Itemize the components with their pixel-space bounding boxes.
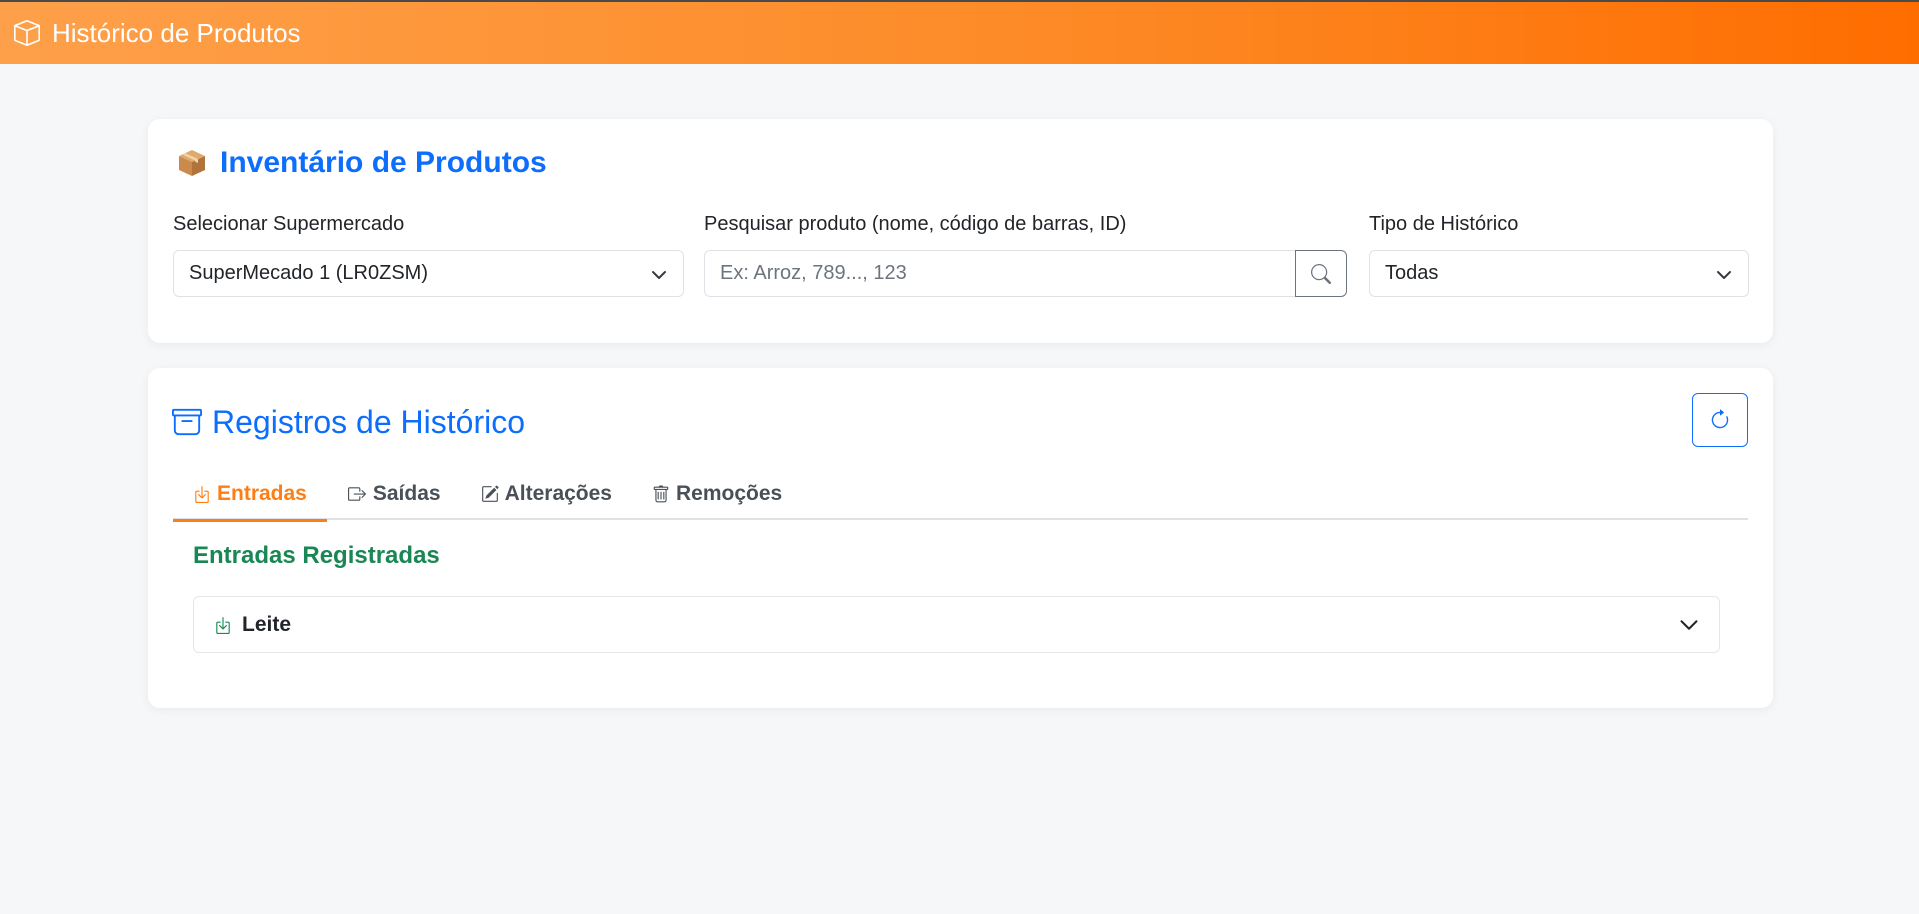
tab-label: Alterações	[504, 482, 612, 505]
search-icon	[1311, 263, 1331, 284]
chevron-down-icon	[652, 271, 666, 279]
box-arrow-right-icon	[347, 487, 366, 501]
refresh-button[interactable]	[1692, 393, 1748, 447]
box-icon	[14, 19, 42, 47]
history-title: Registros de Histórico	[212, 403, 525, 440]
tab-label: Entradas	[217, 482, 307, 505]
box-arrow-in-down-icon	[195, 486, 209, 503]
tab-alteracoes[interactable]: Alterações	[461, 468, 632, 520]
box-arrow-in-down-icon	[216, 616, 230, 634]
accordion-label: Leite	[242, 612, 292, 636]
history-records-card: Registros de Histórico Entradas Saídas A…	[148, 368, 1773, 708]
history-tabs: Entradas Saídas Alterações Remoções	[173, 468, 1748, 522]
tab-label: Remoções	[675, 482, 783, 505]
section-title: Entradas Registradas	[193, 542, 440, 569]
refresh-icon	[1711, 409, 1729, 429]
search-input[interactable]	[704, 250, 1295, 297]
tab-entradas[interactable]: Entradas	[173, 468, 327, 522]
search-label: Pesquisar produto (nome, código de barra…	[704, 213, 1127, 235]
search-group	[704, 250, 1347, 297]
chevron-down-icon	[1680, 620, 1698, 630]
supermarket-label: Selecionar Supermercado	[173, 213, 405, 235]
inventory-title: Inventário de Produtos	[220, 146, 547, 179]
inventory-heading: Inventário de Produtos	[176, 143, 547, 183]
supermarket-select[interactable]: SuperMecado 1 (LR0ZSM)	[173, 250, 684, 297]
tab-remocoes[interactable]: Remoções	[632, 468, 802, 520]
tab-saidas[interactable]: Saídas	[327, 468, 461, 520]
package-emoji-icon	[176, 147, 208, 179]
history-type-select[interactable]: Todas	[1369, 250, 1749, 297]
pencil-square-icon	[481, 485, 499, 502]
tab-label: Saídas	[372, 482, 441, 505]
trash-icon	[653, 485, 669, 502]
accordion-item-leite[interactable]: Leite	[193, 596, 1720, 653]
app-title[interactable]: Histórico de Produtos	[52, 18, 301, 49]
history-type-label: Tipo de Histórico	[1369, 213, 1519, 235]
chevron-down-icon	[1717, 271, 1731, 279]
supermarket-select-value: SuperMecado 1 (LR0ZSM)	[189, 262, 428, 284]
inventory-card: Inventário de Produtos Selecionar Superm…	[148, 119, 1773, 343]
top-navbar: Histórico de Produtos	[0, 0, 1919, 64]
history-type-value: Todas	[1385, 262, 1439, 284]
search-button[interactable]	[1295, 250, 1347, 297]
archive-icon	[172, 408, 202, 436]
history-heading: Registros de Histórico	[172, 404, 525, 440]
